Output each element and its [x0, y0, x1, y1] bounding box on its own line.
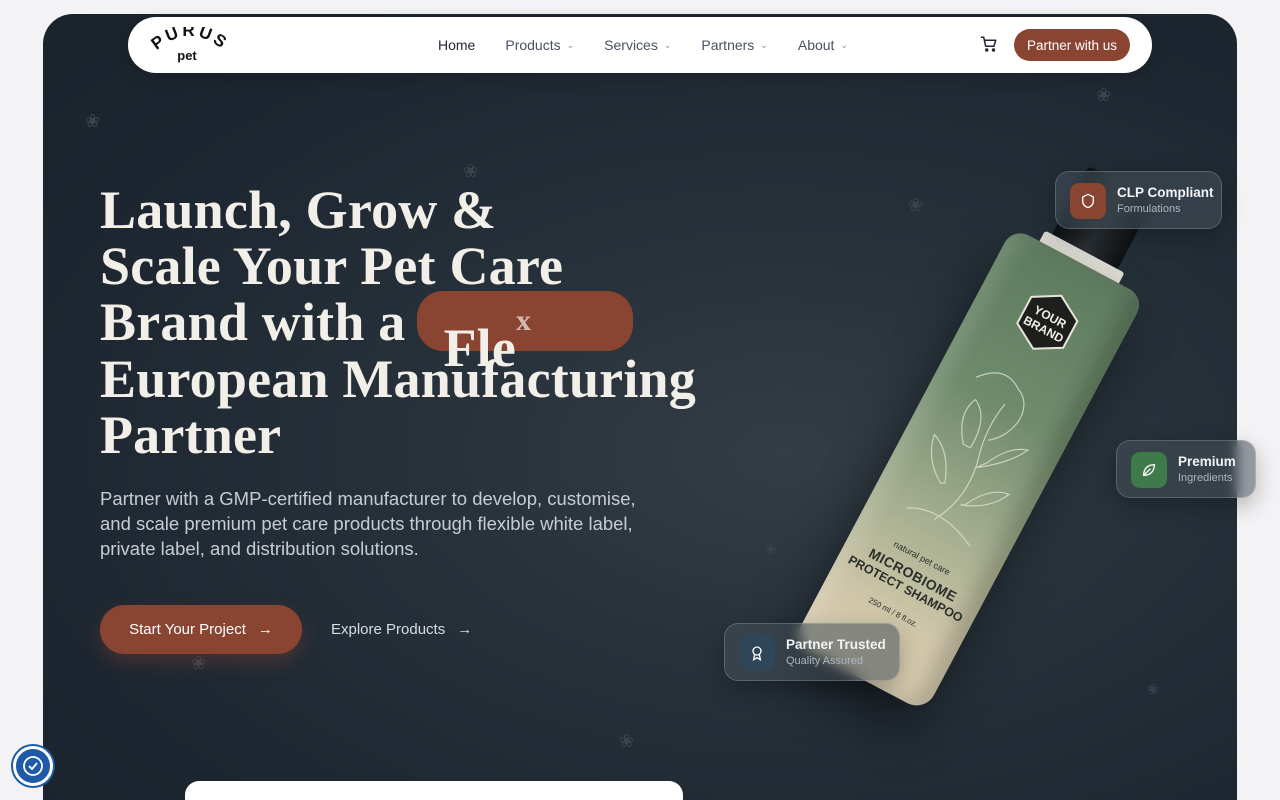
nav-item-label: Products [505, 37, 561, 53]
headline-line: Brand with a [100, 292, 406, 352]
arrow-right-icon: → [257, 621, 273, 638]
cart-icon[interactable] [980, 35, 998, 53]
paw-decoration-icon: ❀ [463, 161, 479, 181]
hero-subheadline: Partner with a GMP-certified manufacture… [100, 488, 636, 559]
badge-subtitle: Ingredients [1178, 472, 1233, 484]
shield-icon [1070, 183, 1106, 219]
animated-word-text: Flex [443, 293, 531, 376]
paw-decoration-icon: ❀ [908, 195, 924, 215]
headline-line: Partner [100, 405, 282, 465]
nav-item-services[interactable]: Services ⌄ [604, 37, 671, 53]
headline-line: European Manufacturing [100, 349, 696, 409]
headline-line: Launch, Grow & [100, 180, 497, 240]
logo-subword: pet [177, 48, 197, 63]
nav-item-label: Home [438, 37, 476, 53]
start-your-project-button[interactable]: Start Your Project → [100, 605, 302, 654]
badge-partner-trusted: Partner Trusted Quality Assured [724, 623, 900, 681]
chevron-down-icon: ⌄ [760, 39, 768, 50]
paw-decoration-icon: ❀ [85, 111, 101, 131]
animated-word-letter: x [516, 304, 532, 337]
leaf-icon [1131, 452, 1167, 488]
badge-premium-ingredients: Premium Ingredients [1116, 440, 1256, 498]
partner-with-us-button[interactable]: Partner with us [1014, 29, 1130, 61]
badge-subtitle: Formulations [1117, 203, 1181, 215]
badge-title: Premium [1178, 454, 1236, 469]
badge-clp-compliant: CLP Compliant Formulations [1055, 171, 1222, 229]
top-navigation: PURUS pet Home Products ⌄ Services ⌄ Par… [128, 17, 1152, 73]
nav-item-partners[interactable]: Partners ⌄ [701, 37, 767, 53]
link-label: Explore Products [331, 621, 446, 638]
hero-headline: Launch, Grow & Scale Your Pet Care Brand… [100, 180, 696, 465]
button-label: Start Your Project [129, 621, 246, 638]
nav-item-home[interactable]: Home [438, 37, 475, 53]
accessibility-widget-button[interactable] [13, 746, 53, 786]
nav-item-label: About [797, 37, 835, 53]
animated-word-pill: Flex [417, 291, 634, 376]
badge-title: Partner Trusted [786, 637, 886, 652]
chevron-down-icon: ⌄ [663, 39, 672, 50]
purus-pet-logo[interactable]: PURUS pet [148, 21, 230, 67]
nav-links: Home Products ⌄ Services ⌄ Partners ⌄ Ab… [438, 17, 878, 73]
next-section-card [185, 781, 683, 800]
chevron-down-icon: ⌄ [566, 39, 575, 50]
paw-decoration-icon: ❀ [1147, 681, 1159, 697]
nav-item-label: Services [604, 37, 658, 53]
badge-title: CLP Compliant [1117, 185, 1214, 200]
paw-decoration-icon: ❀ [765, 541, 777, 557]
explore-products-link[interactable]: Explore Products → [331, 605, 472, 654]
animated-word-visible: Fle [443, 318, 517, 378]
nav-item-label: Partners [701, 37, 755, 53]
paw-decoration-icon: ❀ [1096, 85, 1112, 105]
nav-item-products[interactable]: Products ⌄ [505, 37, 574, 53]
accessibility-icon [23, 756, 43, 776]
paw-decoration-icon: ❀ [619, 731, 635, 751]
headline-line-with-pill: Brand with a Flex [100, 291, 660, 376]
headline-line: Scale Your Pet Care [100, 236, 564, 296]
badge-subtitle: Quality Assured [786, 655, 864, 667]
award-icon [739, 635, 775, 671]
nav-item-about[interactable]: About ⌄ [798, 37, 848, 53]
paw-decoration-icon: ❀ [191, 653, 207, 673]
chevron-down-icon: ⌄ [840, 39, 848, 50]
arrow-right-icon: → [457, 621, 473, 638]
